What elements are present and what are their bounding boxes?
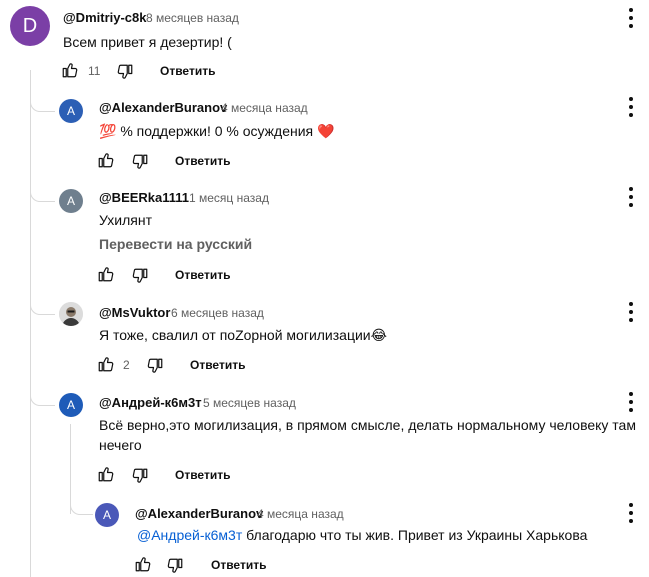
more-actions-icon[interactable] xyxy=(628,302,634,322)
reply-button[interactable]: Ответить xyxy=(190,358,245,372)
dislike-icon[interactable] xyxy=(131,153,149,171)
reply-text-body: благодарю что ты жив. Привет из Украины … xyxy=(242,527,588,543)
reply-text: @Андрей-к6м3т благодарю что ты жив. Прив… xyxy=(137,525,587,545)
thread-connector-nested xyxy=(70,494,93,515)
comment-time[interactable]: 8 месяцев назад xyxy=(146,11,239,25)
dislike-icon[interactable] xyxy=(131,267,149,285)
thread-connector xyxy=(30,298,55,315)
reply-button[interactable]: Ответить xyxy=(211,558,266,572)
reply-author[interactable]: @Андрей-к6м3т xyxy=(99,395,202,410)
thread-connector xyxy=(30,389,55,406)
reply-time[interactable]: 4 месяца назад xyxy=(221,101,308,115)
dislike-icon[interactable] xyxy=(146,357,164,375)
reply-text: Я тоже, свалил от поZорной могилизации😂 xyxy=(99,325,387,345)
reply-text: Ухилянт xyxy=(99,212,152,228)
dislike-icon[interactable] xyxy=(131,467,149,485)
comment-author[interactable]: @Dmitriy-c8k xyxy=(63,10,146,25)
avatar[interactable]: D xyxy=(10,6,50,46)
comment-text: Всем привет я дезертир! ( xyxy=(63,34,232,50)
dislike-icon[interactable] xyxy=(166,557,184,575)
hundred-emoji: 💯 xyxy=(99,123,117,139)
reply-text-body: % поддержки! 0 % осуждения xyxy=(116,123,318,139)
like-icon[interactable] xyxy=(61,61,79,79)
reply-button[interactable]: Ответить xyxy=(175,268,230,282)
more-actions-icon[interactable] xyxy=(628,392,634,412)
dislike-icon[interactable] xyxy=(116,63,134,81)
avatar[interactable]: A xyxy=(95,503,119,527)
more-actions-icon[interactable] xyxy=(628,503,634,523)
like-icon[interactable] xyxy=(97,151,115,169)
avatar-letter: A xyxy=(66,194,75,208)
translate-link[interactable]: Перевести на русский xyxy=(99,236,252,252)
heart-emoji: ❤️ xyxy=(317,123,335,139)
like-icon[interactable] xyxy=(97,265,115,283)
more-actions-icon[interactable] xyxy=(628,97,634,117)
like-icon[interactable] xyxy=(97,355,115,373)
more-actions-icon[interactable] xyxy=(628,8,634,28)
more-actions-icon[interactable] xyxy=(628,187,634,207)
avatar-letter: A xyxy=(102,508,111,522)
reply-text: Всё верно,это могилизация, в прямом смыс… xyxy=(99,417,636,453)
like-icon[interactable] xyxy=(134,555,152,573)
reply-author[interactable]: @BEERka1111 xyxy=(99,190,189,205)
mention-link[interactable]: @Андрей-к6м3т xyxy=(137,527,242,543)
avatar-letter: A xyxy=(66,104,75,118)
thread-connector xyxy=(30,95,55,112)
avatar[interactable] xyxy=(59,302,83,326)
reply-author[interactable]: @AlexanderBuranov xyxy=(135,506,263,521)
reply-button[interactable]: Ответить xyxy=(175,154,230,168)
avatar-letter: D xyxy=(22,14,38,37)
like-icon[interactable] xyxy=(97,465,115,483)
laughing-emoji: 😂 xyxy=(370,327,387,343)
reply-time[interactable]: 4 месяца назад xyxy=(257,507,344,521)
avatar-letter: A xyxy=(66,398,75,412)
reply-button[interactable]: Ответить xyxy=(160,64,215,78)
reply-time[interactable]: 5 месяцев назад xyxy=(203,396,296,410)
reply-time[interactable]: 6 месяцев назад xyxy=(171,306,264,320)
reply-time[interactable]: 1 месяц назад xyxy=(189,191,269,205)
thread-connector xyxy=(30,185,55,202)
thread-line-main xyxy=(30,70,31,577)
user-photo-icon xyxy=(59,302,83,326)
reply-author[interactable]: @AlexanderBuranov xyxy=(99,100,227,115)
avatar[interactable]: A xyxy=(59,393,83,417)
reply-button[interactable]: Ответить xyxy=(175,468,230,482)
avatar[interactable]: A xyxy=(59,99,83,123)
like-count: 2 xyxy=(123,358,130,372)
reply-author[interactable]: @MsVuktor xyxy=(99,305,170,320)
avatar[interactable]: A xyxy=(59,189,83,213)
reply-text-body: Я тоже, свалил от поZорной могилизации xyxy=(99,327,371,343)
like-count: 11 xyxy=(88,64,101,78)
reply-text: 💯 % поддержки! 0 % осуждения ❤️ xyxy=(99,121,334,141)
